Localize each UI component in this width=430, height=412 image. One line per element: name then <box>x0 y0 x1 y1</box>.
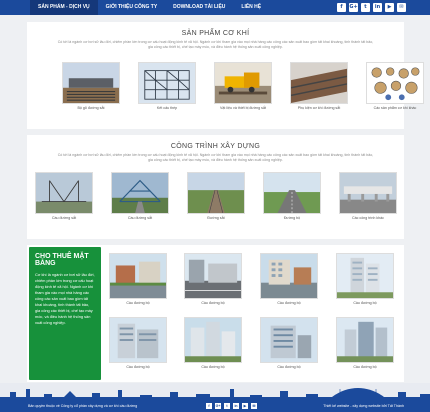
youtube-icon[interactable]: ▶ <box>385 3 394 12</box>
rental-caption[interactable]: Cầu đường bộ <box>109 301 167 305</box>
product-image[interactable] <box>290 62 348 104</box>
product-card[interactable]: Phụ kiện cơ khí đường sắt <box>290 62 348 110</box>
product-caption[interactable]: Phụ kiện cơ khí đường sắt <box>290 106 348 110</box>
construction-image[interactable] <box>339 172 397 214</box>
nav-item-about[interactable]: Giới thiệu công ty <box>98 0 166 15</box>
rental-card[interactable]: Cầu đường bộ <box>260 317 318 369</box>
rental-card[interactable]: Cầu đường bộ <box>184 317 242 369</box>
construction-caption[interactable]: Các công trình khác <box>339 216 397 220</box>
email-icon[interactable]: ✉ <box>397 3 406 12</box>
facebook-icon[interactable]: f <box>337 3 346 12</box>
rental-image[interactable] <box>109 317 167 363</box>
construction-card[interactable]: Đường sắt <box>187 172 245 220</box>
product-image[interactable] <box>138 62 196 104</box>
designer-credit-link[interactable]: Thiết kế website - xây dựng website bởi … <box>323 404 404 408</box>
construction-caption[interactable]: Cầu đường sắt <box>35 216 93 220</box>
construction-caption[interactable]: Cầu đường sắt <box>111 216 169 220</box>
construction-section: CÔNG TRÌNH XÂY DỰNG Có tới là ngành cơ b… <box>27 135 404 239</box>
construction-image[interactable] <box>35 172 93 214</box>
nav-item-download[interactable]: Download tài liệu <box>165 0 233 15</box>
main-menu: Sản phẩm - Dịch vụ Giới thiệu công ty Do… <box>30 0 269 15</box>
product-image[interactable] <box>214 62 272 104</box>
construction-card[interactable]: Đường bộ <box>263 172 321 220</box>
rental-card[interactable]: Cầu đường bộ <box>184 253 242 305</box>
rental-caption[interactable]: Cầu đường bộ <box>336 301 394 305</box>
construction-card[interactable]: Các công trình khác <box>339 172 397 220</box>
rental-image[interactable] <box>109 253 167 299</box>
rental-info-box: CHO THUÊ MẶT BẰNG Cơ khí là ngành cơ bơi… <box>29 247 101 380</box>
footer-social-links: f G+ t in ▶ ✉ <box>206 403 257 409</box>
nav-item-products-services[interactable]: Sản phẩm - Dịch vụ <box>30 0 98 15</box>
products-section: SẢN PHẨM CƠ KHÍ Có tới là ngành cơ bơi s… <box>27 22 424 129</box>
rental-section: CHO THUÊ MẶT BẰNG Cơ khí là ngành cơ bơi… <box>27 245 404 382</box>
rental-card[interactable]: Cầu đường bộ <box>260 253 318 305</box>
product-card[interactable]: Các sản phẩm cơ khí khác <box>366 62 424 110</box>
product-card[interactable]: Kết cấu thép <box>138 62 196 110</box>
rental-title: CHO THUÊ MẶT BẰNG <box>35 253 89 267</box>
construction-card[interactable]: Cầu đường sắt <box>35 172 93 220</box>
facebook-icon[interactable]: f <box>206 403 212 409</box>
product-caption[interactable]: Vật liệu và thiết bị đường sắt <box>214 106 272 110</box>
rental-caption[interactable]: Cầu đường bộ <box>336 365 394 369</box>
nav-item-contact[interactable]: Liên hệ <box>233 0 269 15</box>
construction-image[interactable] <box>263 172 321 214</box>
products-title: SẢN PHẨM CƠ KHÍ <box>181 30 250 37</box>
construction-image[interactable] <box>187 172 245 214</box>
construction-card[interactable]: Cầu đường sắt <box>111 172 169 220</box>
rental-caption[interactable]: Cầu đường bộ <box>260 365 318 369</box>
rental-image[interactable] <box>184 253 242 299</box>
rental-card[interactable]: Cầu đường bộ <box>336 317 394 369</box>
products-description: Có tới là ngành cơ bơi sữ lâu đời, chiếm… <box>57 40 374 49</box>
top-nav-bar: Sản phẩm - Dịch vụ Giới thiệu công ty Do… <box>0 0 430 15</box>
linkedin-icon[interactable]: in <box>233 403 239 409</box>
rental-caption[interactable]: Cầu đường bộ <box>184 301 242 305</box>
product-image[interactable] <box>366 62 424 104</box>
rental-image[interactable] <box>260 317 318 363</box>
rental-image[interactable] <box>260 253 318 299</box>
rental-card[interactable]: Cầu đường bộ <box>109 253 167 305</box>
product-card[interactable]: Vật liệu và thiết bị đường sắt <box>214 62 272 110</box>
youtube-icon[interactable]: ▶ <box>242 403 248 409</box>
rental-image[interactable] <box>336 253 394 299</box>
rental-card[interactable]: Cầu đường bộ <box>336 253 394 305</box>
construction-title: CÔNG TRÌNH XÂY DỰNG <box>170 143 261 150</box>
rental-card[interactable]: Cầu đường bộ <box>109 317 167 369</box>
product-caption[interactable]: Bộ gõ đường sắt <box>62 106 120 110</box>
email-icon[interactable]: ✉ <box>251 403 257 409</box>
linkedin-icon[interactable]: in <box>373 3 382 12</box>
product-image[interactable] <box>62 62 120 104</box>
copyright-text: Bản quyền thuộc về Công ty cổ phần xây d… <box>28 404 138 408</box>
rental-caption[interactable]: Cầu đường bộ <box>109 365 167 369</box>
rental-caption[interactable]: Cầu đường bộ <box>260 301 318 305</box>
google-plus-icon[interactable]: G+ <box>349 3 358 12</box>
construction-image[interactable] <box>111 172 169 214</box>
product-caption[interactable]: Các sản phẩm cơ khí khác <box>366 106 424 110</box>
social-links: f G+ t in ▶ ✉ <box>337 3 406 12</box>
construction-caption[interactable]: Đường bộ <box>263 216 321 220</box>
rental-image[interactable] <box>336 317 394 363</box>
rental-image[interactable] <box>184 317 242 363</box>
product-caption[interactable]: Kết cấu thép <box>138 106 196 110</box>
construction-caption[interactable]: Đường sắt <box>187 216 245 220</box>
rental-caption[interactable]: Cầu đường bộ <box>184 365 242 369</box>
rental-description: Cơ khí là ngành cơ bơi sữ lâu đời, chiếm… <box>35 272 95 325</box>
google-plus-icon[interactable]: G+ <box>215 403 221 409</box>
product-card[interactable]: Bộ gõ đường sắt <box>62 62 120 110</box>
construction-description: Có tới là ngành cơ bơi sữ lâu đời, chiếm… <box>57 153 374 162</box>
twitter-icon[interactable]: t <box>361 3 370 12</box>
twitter-icon[interactable]: t <box>224 403 230 409</box>
